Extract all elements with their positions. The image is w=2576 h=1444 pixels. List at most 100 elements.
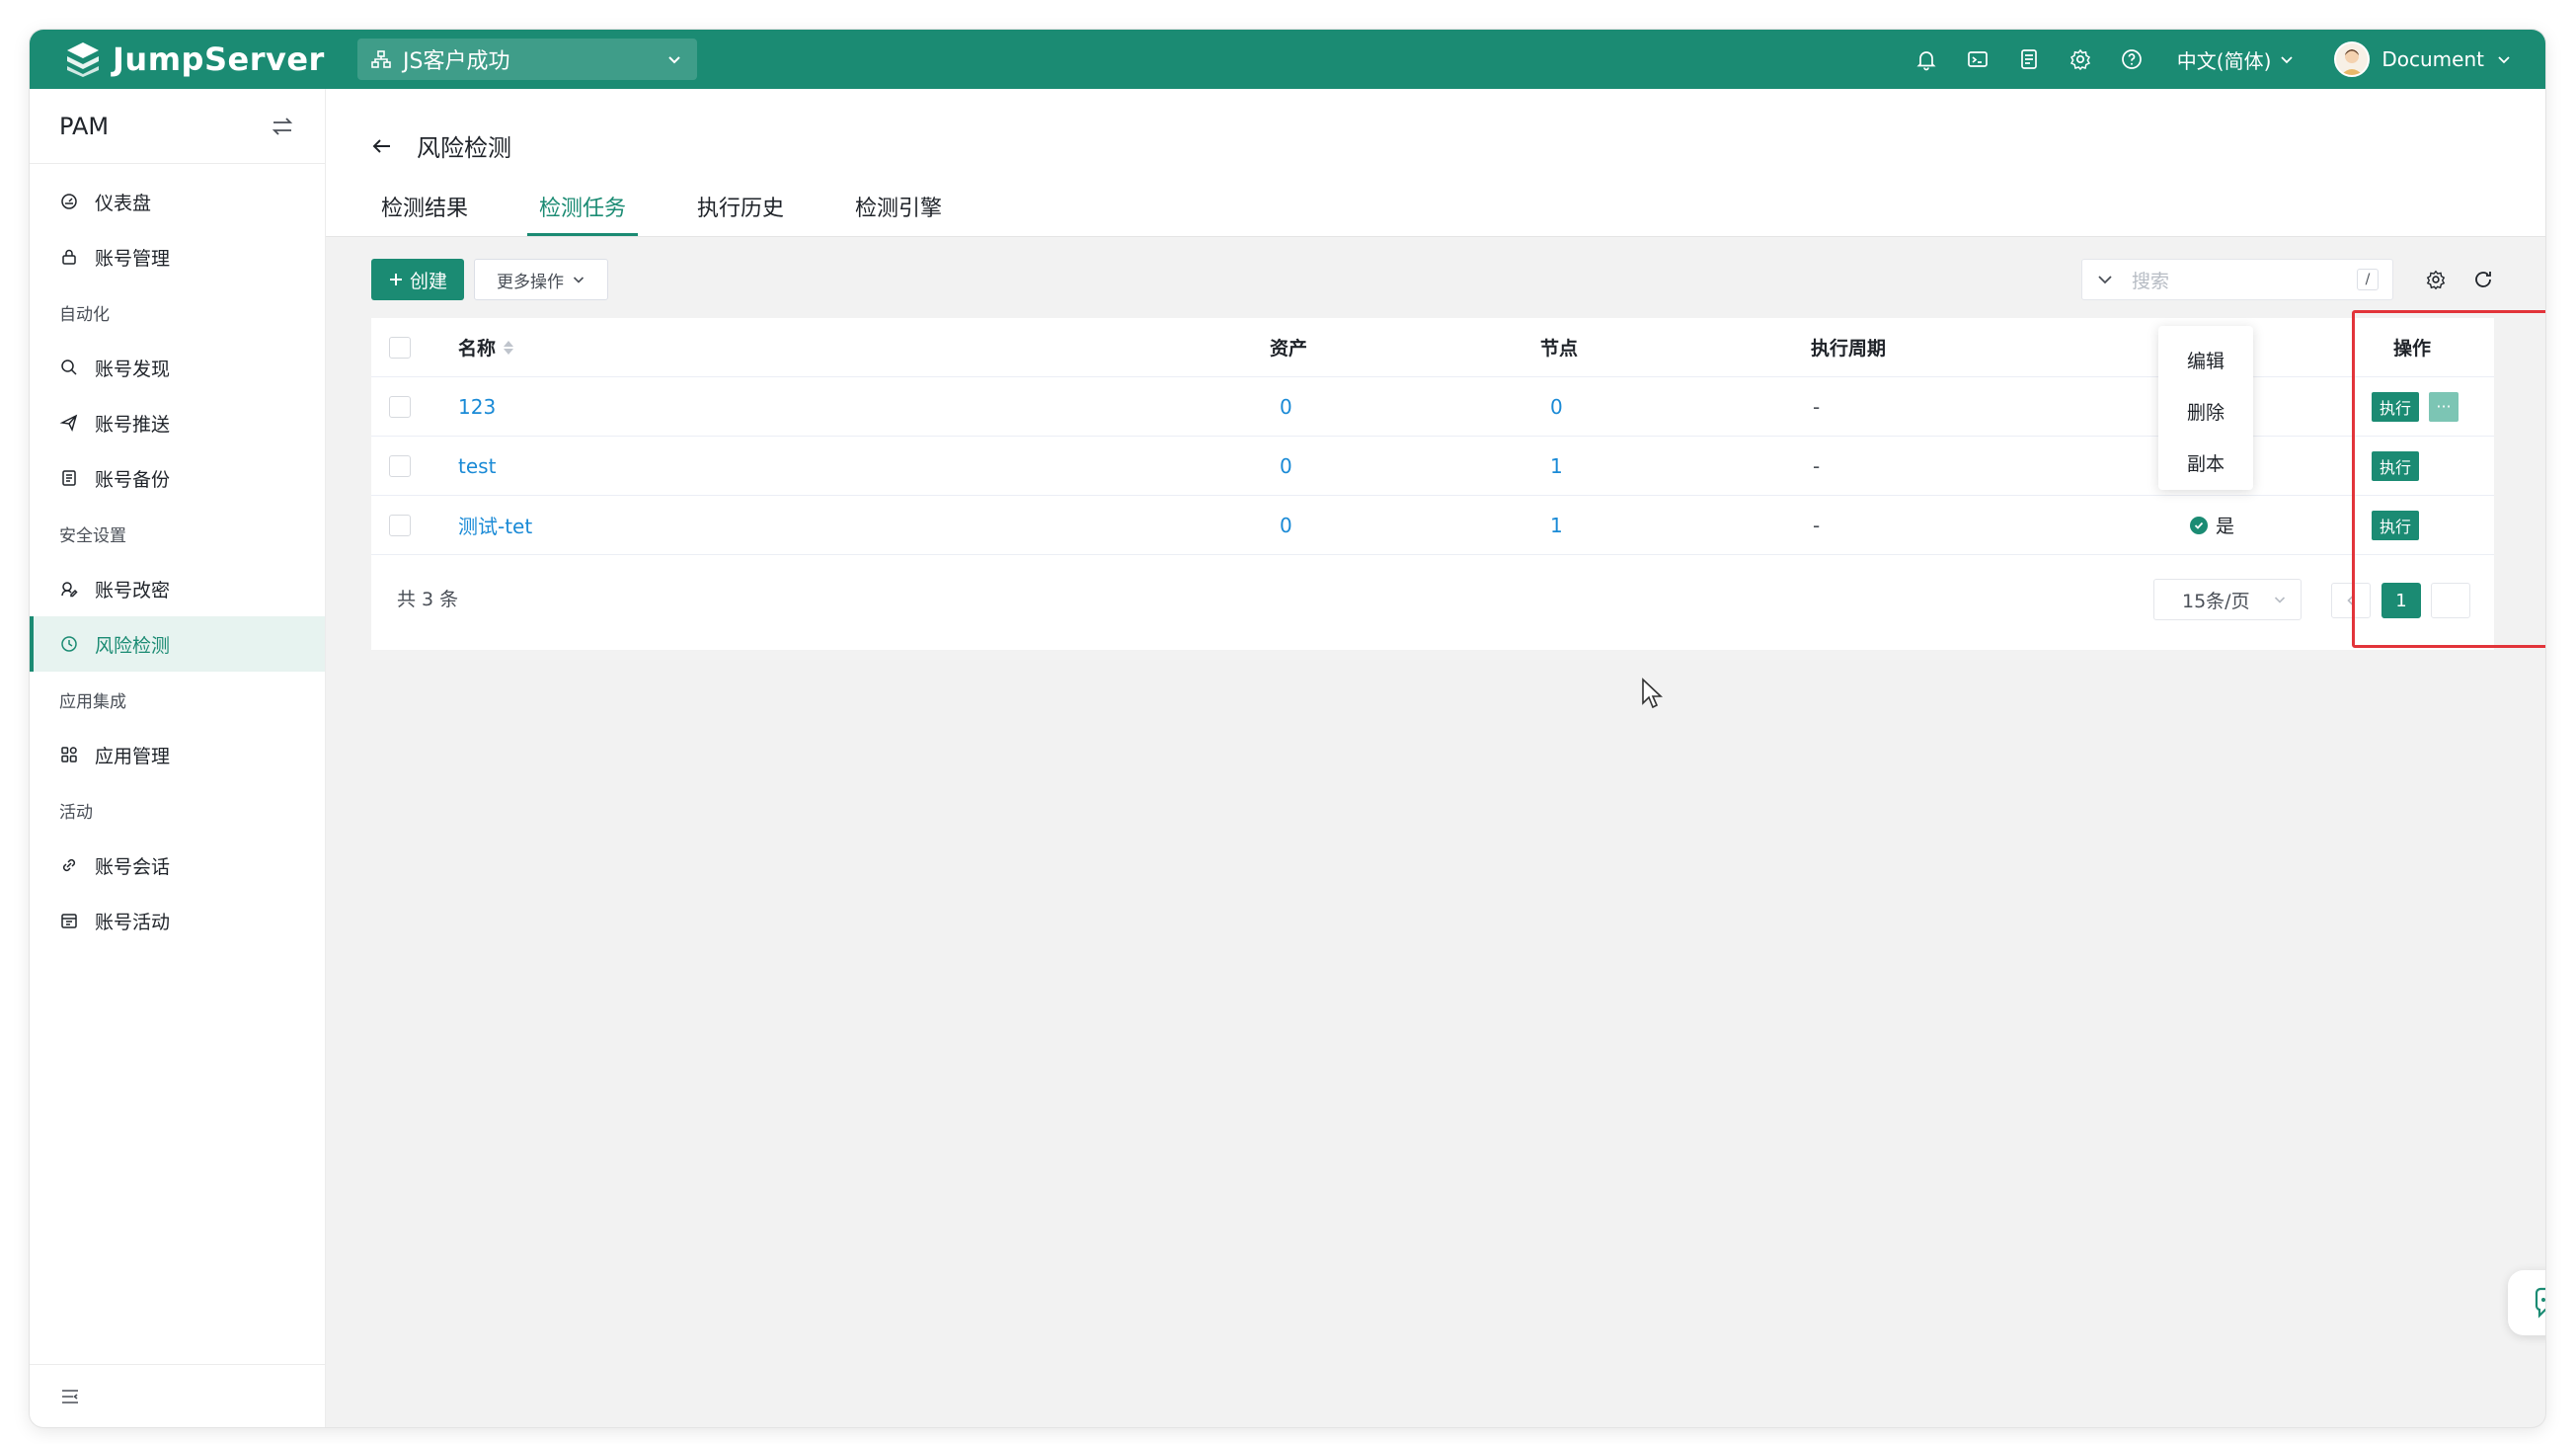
create-button[interactable]: 创建 [371,259,464,300]
assets-count-link[interactable]: 0 [1280,395,1292,419]
calendar-icon [61,914,77,928]
sidebar-title: PAM [59,112,110,140]
task-name-link[interactable]: 123 [458,395,496,419]
column-period: 执行周期 [1811,338,1887,360]
menu-item-delete[interactable]: 删除 [2158,385,2253,437]
user-avatar-icon [2341,49,2364,75]
checkbox[interactable] [389,454,411,477]
sidebar-item-label: 账号会话 [95,855,171,878]
sidebar-item-account-discovery[interactable]: 账号发现 [30,340,325,395]
sidebar-item-account-activity[interactable]: 账号活动 [30,893,325,948]
sidebar-item-account-backup[interactable]: 账号备份 [30,450,325,506]
page-size-select[interactable]: 15条/页 [2153,579,2302,620]
notifications-button[interactable] [1901,30,1952,89]
sidebar-item-risk-detection[interactable]: 风险检测 [30,616,325,672]
mouse-cursor-icon [1642,678,1664,709]
gear-icon [2069,48,2090,71]
select-all-checkbox[interactable] [389,336,411,359]
top-bar: JumpServer JS客户成功 中文(简体) Document [30,30,2545,89]
search-icon [61,360,77,375]
org-select[interactable]: JS客户成功 [357,39,697,80]
sidebar-item-label: 仪表盘 [95,192,152,214]
sidebar-item-accounts[interactable]: 账号管理 [30,229,325,284]
sidebar-item-account-push[interactable]: 账号推送 [30,395,325,450]
main-area: 风险检测 检测结果 检测任务 执行历史 检测引擎 创建 更多操作 搜索 / 名称… [326,89,2545,1427]
sidebar-item-label: 账号改密 [95,579,171,602]
sidebar-item-label: 账号活动 [95,911,171,933]
period-value: - [1813,513,1821,537]
sidebar-header: PAM [30,89,325,164]
plus-icon [389,274,402,285]
back-arrow-icon[interactable] [369,133,395,159]
logo[interactable]: JumpServer [63,40,325,79]
tab-detection-results[interactable]: 检测结果 [369,177,480,236]
assets-count-link[interactable]: 0 [1280,454,1292,478]
org-name: JS客户成功 [403,49,510,74]
nodes-count-link[interactable]: 1 [1550,514,1563,537]
help-button[interactable] [2106,30,2157,89]
document-list-icon [2020,49,2037,69]
search-shortcut: / [2357,269,2379,290]
assets-count-link[interactable]: 0 [1280,514,1292,537]
row-checkbox[interactable] [389,454,411,477]
link-icon [62,858,76,872]
more-actions-button[interactable]: 更多操作 [474,259,608,300]
tab-execution-history[interactable]: 执行历史 [685,177,796,236]
chevron-down-icon [2498,56,2510,64]
nodes-count-link[interactable]: 0 [1550,395,1563,419]
terminal-button[interactable] [1952,30,2003,89]
jumpserver-logo-icon [67,42,99,77]
checkbox[interactable] [389,514,411,536]
checkbox[interactable] [389,395,411,418]
sidebar-item-dashboard[interactable]: 仪表盘 [30,174,325,229]
tab-detection-tasks[interactable]: 检测任务 [527,177,639,236]
column-name[interactable]: 名称 [458,334,514,361]
task-name-link[interactable]: test [458,454,496,478]
menu-item-edit[interactable]: 编辑 [2158,334,2253,385]
sidebar-item-label: 账号推送 [95,413,171,436]
column-nodes: 节点 [1540,338,1579,360]
table-footer: 共 3 条 15条/页 1 [371,555,2494,650]
task-name-link[interactable]: 测试-tet [458,511,532,539]
send-icon [59,414,78,433]
settings-button[interactable] [2055,30,2106,89]
collapse-sidebar-icon[interactable] [59,1386,81,1407]
apps-icon [61,747,77,762]
user-menu[interactable]: Document [2334,41,2512,77]
sidebar-item-account-sessions[interactable]: 账号会话 [30,838,325,893]
highlight-box [2352,310,2545,648]
sidebar-group-automation: 自动化 [59,304,110,325]
backup-icon [62,470,76,486]
table-settings-button[interactable] [2423,267,2449,292]
sidebar-item-app-management[interactable]: 应用管理 [30,727,325,782]
create-label: 创建 [409,270,447,292]
sidebar-item-label: 应用管理 [95,745,171,767]
sidebar-item-label: 账号管理 [95,247,171,270]
topbar-actions: 中文(简体) Document [1901,30,2512,89]
clock-shield-icon [61,636,77,652]
page-title: 风险检测 [417,134,511,162]
search-placeholder: 搜索 [2132,270,2170,292]
column-name-label: 名称 [458,338,497,360]
column-assets: 资产 [1270,338,1308,360]
chat-assistant-button[interactable] [2508,1270,2545,1335]
more-actions-label: 更多操作 [497,272,564,292]
menu-item-duplicate[interactable]: 副本 [2158,437,2253,488]
user-name: Document [2381,47,2484,71]
tickets-button[interactable] [2003,30,2055,89]
search-input[interactable]: 搜索 / [2081,259,2393,300]
row-checkbox[interactable] [389,514,411,536]
gear-icon [2426,270,2446,290]
sidebar-item-change-secret[interactable]: 账号改密 [30,561,325,616]
tab-detection-engine[interactable]: 检测引擎 [843,177,954,236]
key-edit-icon [61,582,78,598]
page-size-label: 15条/页 [2182,590,2250,612]
language-select[interactable]: 中文(简体) [2177,45,2296,74]
active-label: 是 [2216,516,2235,537]
refresh-button[interactable] [2470,267,2496,292]
sort-icon[interactable] [504,340,514,355]
checkbox[interactable] [389,336,411,359]
nodes-count-link[interactable]: 1 [1550,454,1563,478]
switch-view-icon[interactable] [270,114,295,139]
row-checkbox[interactable] [389,395,411,418]
